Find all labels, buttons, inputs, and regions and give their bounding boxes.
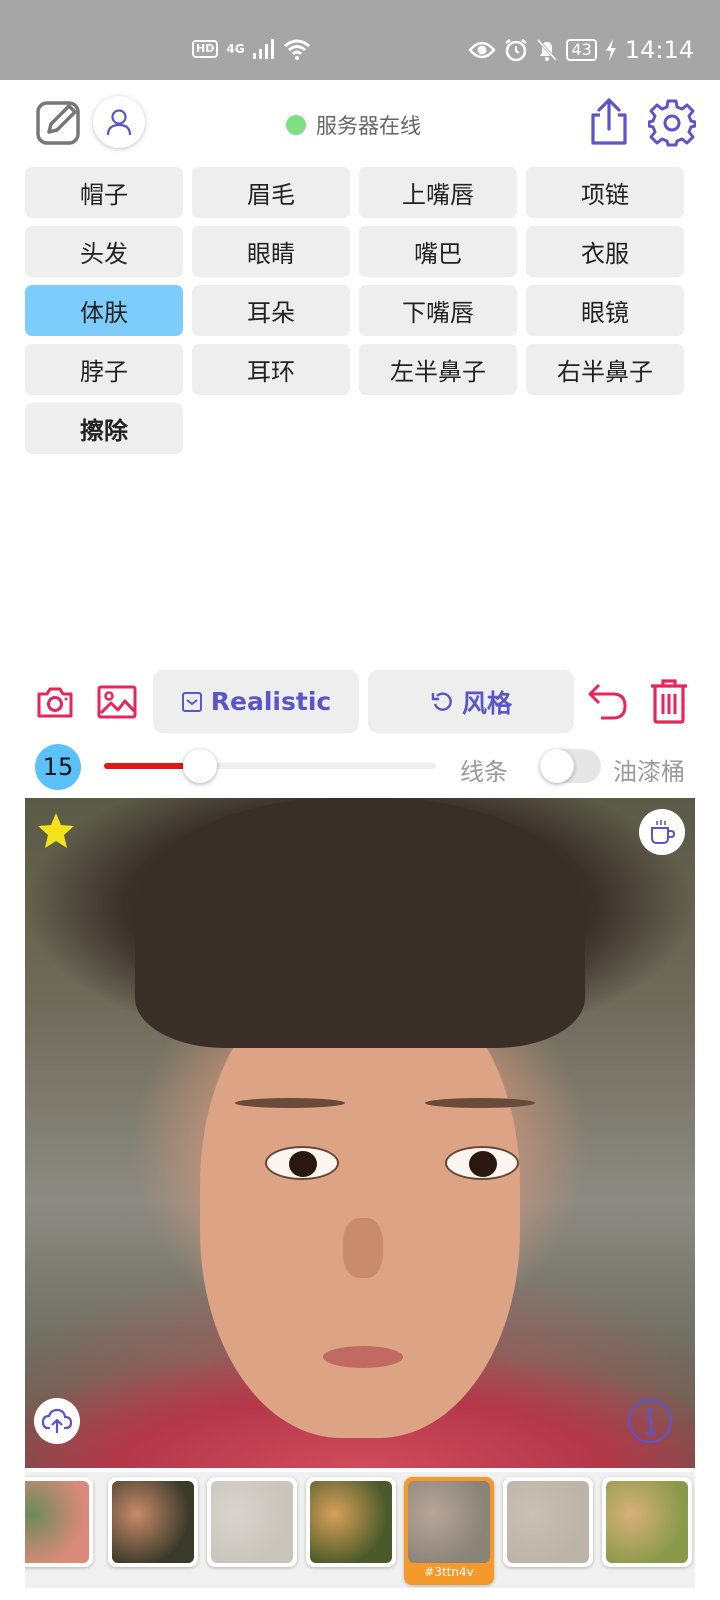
user-icon — [106, 109, 132, 136]
part-button-4[interactable]: 头发 — [25, 226, 183, 277]
gallery-button[interactable] — [96, 682, 138, 722]
canvas-left-brow — [235, 1098, 345, 1108]
part-button-15[interactable]: 右半鼻子 — [526, 344, 684, 395]
coffee-cup-icon — [651, 820, 676, 844]
gallery-thumbnail-image — [408, 1481, 490, 1563]
part-button-9[interactable]: 耳朵 — [192, 285, 350, 336]
status-left: HD 4G — [192, 38, 311, 60]
mute-bell-icon — [537, 38, 558, 62]
account-button[interactable] — [93, 96, 145, 148]
gallery-thumbnail-tag: #3ttn4v — [424, 1565, 474, 1579]
paint-bucket-label: 油漆桶 — [613, 758, 685, 786]
share-button[interactable] — [586, 96, 632, 148]
brush-size-badge: 15 — [35, 744, 81, 790]
gallery-thumbnail-image — [211, 1481, 293, 1563]
part-button-8[interactable]: 体肤 — [25, 285, 183, 336]
part-button-13[interactable]: 耳环 — [192, 344, 350, 395]
server-status-dot — [286, 115, 306, 135]
part-button-1[interactable]: 眉毛 — [192, 167, 350, 218]
network-type: 4G — [226, 42, 245, 56]
edit-square-icon — [36, 101, 80, 145]
status-bar: HD 4G 43 14:14 — [0, 0, 720, 80]
gallery-thumbnail[interactable] — [207, 1477, 297, 1567]
canvas-hair — [135, 798, 585, 1048]
part-button-16[interactable]: 擦除 — [25, 403, 183, 454]
model-select-label: Realistic — [210, 687, 332, 716]
camera-icon — [37, 687, 73, 718]
part-button-10[interactable]: 下嘴唇 — [359, 285, 517, 336]
undo-icon — [588, 683, 627, 720]
settings-button[interactable] — [647, 98, 697, 148]
canvas-mouth — [323, 1346, 403, 1368]
refresh-icon — [431, 691, 452, 711]
tool-bar: Realistic 风格 — [0, 670, 720, 734]
paint-bucket-toggle-knob — [540, 749, 574, 783]
result-gallery: #3ttn4v — [25, 1472, 695, 1588]
brush-controls: 15 线条 油漆桶 — [0, 742, 720, 792]
part-button-6[interactable]: 嘴巴 — [359, 226, 517, 277]
hd-badge: HD — [192, 40, 219, 58]
gear-icon — [648, 99, 696, 147]
status-right: 43 14:14 — [468, 36, 694, 64]
part-button-14[interactable]: 左半鼻子 — [359, 344, 517, 395]
style-label: 风格 — [461, 688, 512, 718]
gallery-thumbnail[interactable] — [306, 1477, 396, 1567]
favorite-button[interactable] — [35, 810, 77, 852]
part-selector-grid: 帽子 眉毛 上嘴唇 项链头发 眼睛 嘴巴 衣服体肤 耳朵 下嘴唇 眼镜脖子 耳环 左半鼻子 右半鼻子擦除 — [25, 167, 695, 454]
undo-button[interactable] — [586, 678, 630, 724]
line-mode-label: 线条 — [460, 758, 508, 786]
image-icon — [97, 685, 137, 719]
gallery-thumbnail[interactable] — [503, 1477, 593, 1567]
info-icon — [627, 1398, 673, 1444]
canvas-nose — [343, 1218, 383, 1278]
top-bar: 服务器在线 — [0, 80, 720, 170]
battery-level: 43 — [566, 39, 597, 61]
gallery-thumbnail[interactable] — [602, 1477, 692, 1567]
star-icon — [38, 813, 74, 848]
part-button-7[interactable]: 衣服 — [526, 226, 684, 277]
part-button-2[interactable]: 上嘴唇 — [359, 167, 517, 218]
gallery-thumbnail-image — [112, 1481, 194, 1563]
gallery-thumbnail-image — [25, 1481, 89, 1563]
share-icon — [591, 98, 627, 145]
charging-icon — [605, 39, 616, 61]
eye-icon — [468, 41, 497, 59]
clock: 14:14 — [624, 36, 694, 64]
canvas-right-brow — [425, 1098, 535, 1108]
model-select-button[interactable]: Realistic — [153, 670, 359, 733]
brush-size-thumb[interactable] — [183, 749, 217, 783]
drawing-canvas[interactable] — [25, 798, 695, 1468]
draw-mode-button[interactable] — [35, 98, 83, 146]
gallery-thumbnail[interactable]: #3ttn4v — [404, 1477, 494, 1585]
clear-button[interactable] — [646, 676, 692, 726]
gallery-thumbnail-image — [606, 1481, 688, 1563]
style-button[interactable]: 风格 — [368, 670, 574, 733]
part-button-12[interactable]: 脖子 — [25, 344, 183, 395]
paint-bucket-toggle[interactable] — [540, 749, 601, 783]
server-status-text: 服务器在线 — [316, 114, 421, 138]
camera-button[interactable] — [35, 682, 75, 722]
server-status: 服务器在线 — [286, 110, 421, 140]
gallery-thumbnail-image — [507, 1481, 589, 1563]
part-button-0[interactable]: 帽子 — [25, 167, 183, 218]
canvas-right-eye — [445, 1146, 519, 1180]
signal-icon — [252, 39, 274, 59]
gallery-thumbnail[interactable] — [108, 1477, 198, 1567]
part-button-5[interactable]: 眼睛 — [192, 226, 350, 277]
upload-button[interactable] — [34, 1398, 80, 1444]
coffee-button[interactable] — [639, 809, 685, 855]
cloud-upload-icon — [42, 1408, 72, 1433]
canvas-left-eye — [265, 1146, 339, 1180]
brush-size-slider[interactable] — [104, 749, 436, 783]
gallery-thumbnail-image — [310, 1481, 392, 1563]
part-button-3[interactable]: 项链 — [526, 167, 684, 218]
trash-icon — [651, 679, 687, 724]
alarm-icon — [505, 39, 528, 62]
part-button-11[interactable]: 眼镜 — [526, 285, 684, 336]
checkbox-icon — [181, 691, 202, 712]
wifi-icon — [283, 39, 310, 60]
info-button[interactable] — [626, 1397, 674, 1445]
gallery-thumbnail[interactable] — [25, 1477, 93, 1567]
